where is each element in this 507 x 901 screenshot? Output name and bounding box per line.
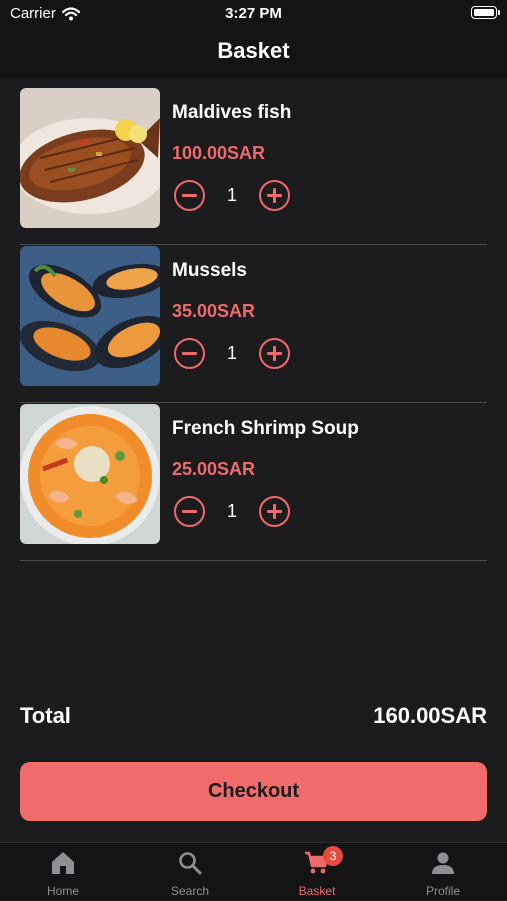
increase-quantity-button[interactable] [259, 338, 290, 369]
basket-item: Maldives fish 100.00SAR 1 [20, 88, 487, 245]
navigation-bar: Basket [0, 28, 507, 78]
status-bar: Carrier 3:27 PM [0, 0, 507, 28]
home-icon [52, 852, 74, 874]
tab-search[interactable]: Search [140, 843, 240, 901]
item-price: 35.00SAR [172, 301, 256, 321]
tab-home[interactable]: Home [13, 843, 113, 901]
total-label: Total [20, 703, 71, 728]
search-icon [179, 852, 202, 875]
battery-icon [471, 6, 500, 19]
item-quantity: 1 [226, 185, 237, 205]
item-price: 100.00SAR [172, 143, 266, 163]
cart-count-badge: 3 [323, 846, 343, 866]
basket-item: Mussels 35.00SAR 1 [20, 246, 487, 403]
item-name: Mussels [172, 260, 247, 281]
basket-list: Maldives fish 100.00SAR 1 Mussels 35.00S… [20, 88, 487, 561]
increase-quantity-button[interactable] [259, 180, 290, 211]
total-row: Total 160.00SAR [20, 703, 487, 735]
grilled-fish-image [20, 88, 160, 228]
total-amount: 160.00SAR [373, 703, 487, 728]
checkout-button[interactable]: Checkout [20, 762, 487, 821]
item-name: French Shrimp Soup [172, 418, 359, 439]
tab-profile[interactable]: Profile [393, 843, 493, 901]
page-title: Basket [217, 38, 290, 63]
tab-label: Home [46, 884, 79, 898]
person-icon [432, 852, 454, 874]
decrease-quantity-button[interactable] [174, 496, 205, 527]
mussels-image [20, 246, 160, 386]
tab-basket[interactable]: 3 Basket [267, 843, 367, 901]
decrease-quantity-button[interactable] [174, 180, 205, 211]
item-price: 25.00SAR [172, 459, 256, 479]
item-quantity: 1 [226, 343, 237, 363]
decrease-quantity-button[interactable] [174, 338, 205, 369]
basket-item: French Shrimp Soup 25.00SAR 1 [20, 404, 487, 561]
tab-label: Search [170, 884, 210, 898]
tab-label: Profile [425, 884, 460, 898]
tab-bar: Home Search 3 Basket Profile [0, 842, 507, 900]
shrimp-soup-image [20, 404, 160, 544]
tab-label: Basket [298, 884, 336, 898]
increase-quantity-button[interactable] [259, 496, 290, 527]
status-time: 3:27 PM [225, 5, 282, 22]
item-name: Maldives fish [172, 102, 292, 123]
item-quantity: 1 [226, 501, 237, 521]
